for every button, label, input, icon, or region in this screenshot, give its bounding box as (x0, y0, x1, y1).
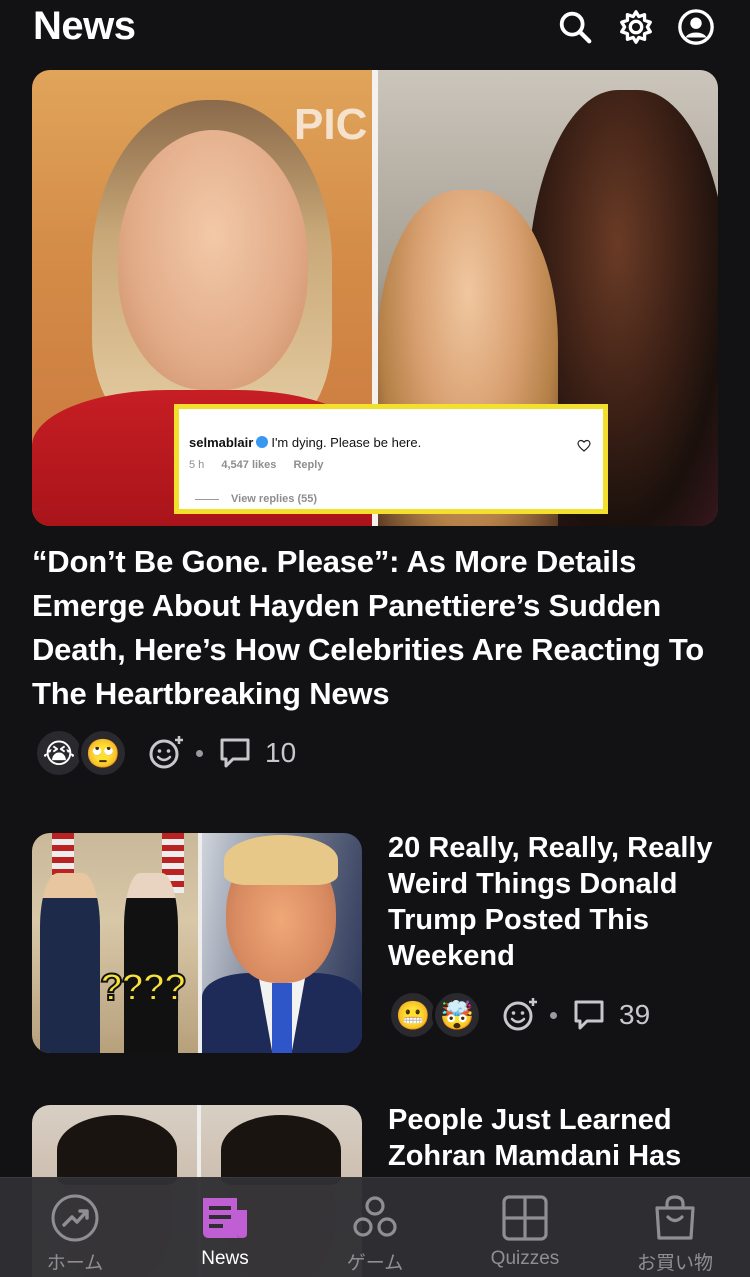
comment-time: 5 h (189, 459, 205, 471)
tab-news[interactable]: News (150, 1178, 300, 1277)
add-reaction-icon[interactable] (502, 997, 538, 1033)
gear-icon (620, 10, 652, 44)
header: News (0, 0, 750, 62)
comment-icon[interactable] (571, 997, 607, 1033)
heart-icon (577, 439, 591, 452)
search-icon (559, 11, 592, 44)
comment-likes: 4,547 likes (221, 459, 277, 471)
instagram-comment-screenshot: selmablair I'm dying. Please be here. 5 h… (174, 404, 608, 514)
tab-games[interactable]: ゲーム (300, 1178, 450, 1277)
add-reaction-icon[interactable] (148, 735, 184, 771)
reaction-emoji[interactable]: 😬 (388, 990, 438, 1040)
tab-label: ホーム (46, 1253, 104, 1274)
comment-username: selmablair (189, 435, 254, 450)
thumbnail-question-marks: ???? (99, 966, 188, 1010)
page-title: News (33, 4, 136, 48)
comment-reply: Reply (293, 459, 324, 471)
tab-label: News (201, 1248, 249, 1269)
comment-icon[interactable] (217, 735, 253, 771)
backdrop-logo-text: PIC (294, 100, 368, 149)
comment-count: 10 (265, 737, 297, 768)
tab-quizzes[interactable]: Quizzes (450, 1178, 600, 1277)
games-icon (353, 1196, 397, 1237)
story-headline[interactable]: People Just Learned Zohran Mamdani Has (388, 1102, 728, 1174)
bottom-tab-bar: ホーム News ゲーム Quizzes お買い物 (0, 1177, 750, 1277)
tab-label: ゲーム (346, 1253, 404, 1274)
news-icon (203, 1198, 247, 1238)
verified-badge-icon (256, 436, 269, 448)
story-headline[interactable]: 20 Really, Really, Really Weird Things D… (388, 830, 728, 974)
hero-headline[interactable]: “Don’t Be Gone. Please”: As More Details… (32, 540, 722, 716)
tab-label: Quizzes (490, 1248, 560, 1269)
tab-label: お買い物 (636, 1253, 713, 1274)
user-icon (678, 9, 714, 45)
profile-button[interactable] (676, 7, 716, 47)
tab-shopping[interactable]: お買い物 (600, 1178, 750, 1277)
news-screen: News PIC selmablair I'm dying. Please be… (0, 0, 750, 1277)
trending-icon (51, 1194, 99, 1242)
shopping-bag-icon (655, 1195, 695, 1240)
search-button[interactable] (555, 7, 595, 47)
reaction-emoji[interactable]: 😭 (34, 728, 84, 778)
view-replies-text: View replies (55) (231, 493, 318, 505)
comment-text: I'm dying. Please be here. (271, 435, 422, 450)
reaction-emoji[interactable]: 🙄 (78, 728, 128, 778)
settings-button[interactable] (616, 7, 656, 47)
quizzes-icon (502, 1195, 548, 1241)
comment-count: 39 (619, 999, 651, 1030)
story-reactions-row: 😬 🤯 39 (388, 990, 650, 1040)
tab-home[interactable]: ホーム (0, 1178, 150, 1277)
story-thumbnail[interactable]: ???? (32, 833, 362, 1053)
hero-reactions-row: 😭 🙄 10 (34, 728, 296, 778)
reaction-emoji[interactable]: 🤯 (432, 990, 482, 1040)
